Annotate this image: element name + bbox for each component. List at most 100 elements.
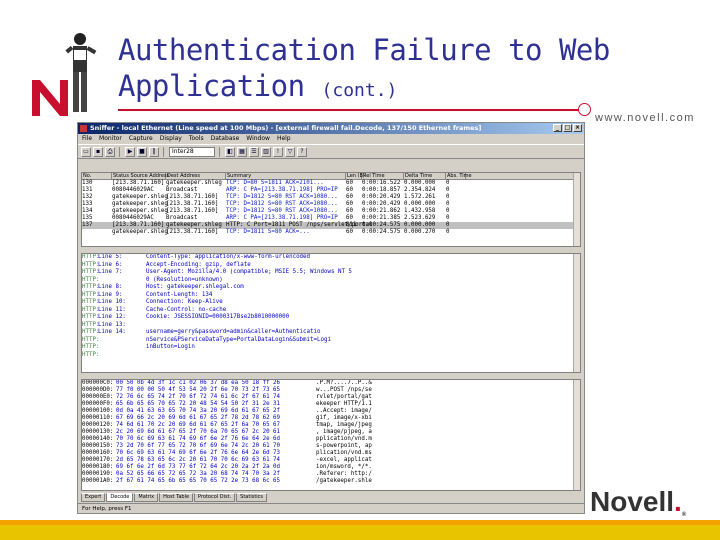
menu-help[interactable]: Help xyxy=(277,134,291,144)
table-row[interactable]: 132 gatekeeper.shleg [213.38.71.160] TCP: D… xyxy=(82,194,580,201)
hex-line[interactable]: 00000170: 2d 65 78 63 65 6c 2c 20 61 70 7… xyxy=(82,457,580,464)
col-len[interactable]: Len (B) xyxy=(346,173,365,179)
hex-pane: 000000C0: 00 50 0b 4d 3f 1c c1 02 06 37 d… xyxy=(81,379,581,491)
table-row[interactable]: 134 gatekeeper.shleg [213.38.71.160] TCP: D… xyxy=(82,208,580,215)
window-titlebar: Sniffer - local Ethernet (Line speed at … xyxy=(78,123,584,134)
filter-select[interactable]: Inter28 xyxy=(169,146,215,157)
toolbar-separator xyxy=(119,146,121,157)
print-icon[interactable]: ⎙ xyxy=(105,146,115,157)
decode-line[interactable]: HTTP: Line 6: Accept-Encoding: gzip, defla… xyxy=(82,262,580,270)
minimize-icon[interactable]: _ xyxy=(553,124,562,132)
help-icon[interactable]: ? xyxy=(297,146,307,157)
menu-tools[interactable]: Tools xyxy=(189,134,204,144)
slide-title: Authentication Failure to Web Applicatio… xyxy=(118,32,610,109)
table-row[interactable]: 133 gatekeeper.shleg [213.38.71.160] TCP: D… xyxy=(82,201,580,208)
decode-line[interactable]: HTTP: Line 9: Content-Length: 134 xyxy=(82,292,580,300)
hex-line[interactable]: 00000140: 70 70 6c 69 63 61 74 69 6f 6e 2… xyxy=(82,436,580,443)
statistics-icon[interactable]: ▥ xyxy=(261,146,271,157)
tab-expert[interactable]: Expert xyxy=(81,493,106,502)
sniffer-window: Sniffer - local Ethernet (Line speed at … xyxy=(77,122,585,514)
decode-line[interactable]: HTTP: nService&PServiceDataType=PortalDat… xyxy=(82,337,580,345)
hex-line[interactable]: 00000160: 70 6c 69 63 61 74 69 6f 6e 2f 7… xyxy=(82,450,580,457)
decode-line[interactable]: HTTP: Line 12: Cookie: JSESSIONID=0000317B… xyxy=(82,314,580,322)
decode-line[interactable]: HTTP: Line 13: xyxy=(82,322,580,330)
tab-matrix[interactable]: Matrix xyxy=(134,493,159,502)
decode-line[interactable]: HTTP: 0 (Resolution=unknown) xyxy=(82,277,580,285)
menu-file[interactable]: File xyxy=(82,134,92,144)
decode-line[interactable]: HTTP: inButton=Login xyxy=(82,344,580,352)
menu-window[interactable]: Window xyxy=(246,134,270,144)
hex-line[interactable]: 000000E0: 72 76 6c 65 74 2f 70 6f 72 74 6… xyxy=(82,394,580,401)
menu-monitor[interactable]: Monitor xyxy=(99,134,122,144)
table-row[interactable]: gatekeeper.shleg [213.38.71.160] TCP: D=18… xyxy=(82,229,580,236)
toolbar-separator xyxy=(219,146,221,157)
menu-capture[interactable]: Capture xyxy=(129,134,153,144)
summary-header: No. Status Source Address Dest Address S… xyxy=(82,173,580,180)
menu-display[interactable]: Display xyxy=(160,134,182,144)
decode-line[interactable]: HTTP: Line 14: username=gerry&password=adm… xyxy=(82,329,580,337)
decode-line[interactable]: HTTP: Line 8: Host: gatekeeper.shlegal.com xyxy=(82,284,580,292)
window-title: Sniffer - local Ethernet (Line speed at … xyxy=(90,124,482,132)
title-rule xyxy=(118,109,580,111)
hex-line[interactable]: 00000100: 0d 0a 41 63 63 65 70 74 3a 20 6… xyxy=(82,408,580,415)
menu-database[interactable]: Database xyxy=(211,134,240,144)
capture-pause-icon[interactable]: ‖ xyxy=(149,146,159,157)
decode-scrollbar[interactable] xyxy=(573,254,580,372)
tab-host-table[interactable]: Host Table xyxy=(159,493,194,502)
title-cont: (cont.) xyxy=(321,80,398,101)
matrix-icon[interactable]: ▦ xyxy=(237,146,247,157)
hex-line[interactable]: 000000F0: 65 6b 65 65 70 65 72 20 48 54 5… xyxy=(82,401,580,408)
title-line-1: Authentication Failure to Web xyxy=(118,33,610,67)
tab-decode[interactable]: Decode xyxy=(106,493,134,502)
url-text: www.novell.com xyxy=(595,112,695,124)
hex-line[interactable]: 00000110: 67 69 66 2c 20 69 6d 61 67 65 2… xyxy=(82,415,580,422)
summary-pane: No. Status Source Address Dest Address S… xyxy=(81,172,581,247)
col-rel-time[interactable]: Rel Time xyxy=(362,173,404,179)
novell-n-logo xyxy=(32,80,68,116)
toolbar: ▭ ▪ ⎙ ▶ ■ ‖ Inter28 ◧ ▦ ☰ ▥ ! ▽ ? xyxy=(78,144,584,159)
decode-line[interactable]: HTTP: Line 11: Cache-Control: no-cache xyxy=(82,307,580,315)
decode-line[interactable]: HTTP: Line 7: User-Agent: Mozilla/4.0 (com… xyxy=(82,269,580,277)
col-no[interactable]: No. xyxy=(82,173,112,179)
app-icon xyxy=(80,125,87,132)
table-row-selected[interactable]: 137 [213.38.71.160] gatekeeper.shleg HTTP: … xyxy=(82,222,580,229)
capture-stop-icon[interactable]: ■ xyxy=(137,146,147,157)
open-icon[interactable]: ▭ xyxy=(81,146,91,157)
table-row[interactable]: 130 [213.38.71.160] gatekeeper.shleg TCP: D… xyxy=(82,180,580,187)
save-icon[interactable]: ▪ xyxy=(93,146,103,157)
col-abs-time[interactable]: Abs. Time xyxy=(446,173,472,179)
host-table-icon[interactable]: ☰ xyxy=(249,146,259,157)
hex-line[interactable]: 00000180: 69 6f 6e 2f 6d 73 77 6f 72 64 2… xyxy=(82,464,580,471)
hex-line[interactable]: 000001A0: 2f 67 61 74 65 6b 65 65 70 65 7… xyxy=(82,478,580,485)
hex-line[interactable]: 00000190: 0a 52 65 66 65 72 65 72 3a 20 6… xyxy=(82,471,580,478)
title-rule-dot xyxy=(578,103,591,116)
alarm-icon[interactable]: ! xyxy=(273,146,283,157)
col-source[interactable]: Status Source Address xyxy=(112,173,169,179)
tab-statistics[interactable]: Statistics xyxy=(236,493,268,502)
view-tabs: Expert Decode Matrix Host Table Protocol… xyxy=(81,493,268,502)
title-line-2: Application xyxy=(118,69,305,103)
decode-line[interactable]: HTTP: Line 5: Content-Type: application/x-… xyxy=(82,254,580,262)
decode-pane: HTTP: Line 5: Content-Type: application/x-… xyxy=(81,253,581,373)
table-row[interactable]: 135 0080446029AC Broadcast ARP: C PA=[213.3… xyxy=(82,215,580,222)
decode-line[interactable]: HTTP: Line 10: Connection: Keep-Alive xyxy=(82,299,580,307)
col-dest[interactable]: Dest Address xyxy=(166,173,226,179)
hex-line[interactable]: 00000120: 74 6d 61 70 2c 20 69 6d 61 67 6… xyxy=(82,422,580,429)
hex-line[interactable]: 00000130: 2c 20 69 6d 61 67 65 2f 70 6a 7… xyxy=(82,429,580,436)
col-delta-time[interactable]: Delta Time xyxy=(404,173,446,179)
decode-line[interactable]: HTTP: xyxy=(82,352,580,360)
hex-line[interactable]: 00000150: 73 2d 70 6f 77 65 72 70 6f 69 6… xyxy=(82,443,580,450)
decode-icon[interactable]: ◧ xyxy=(225,146,235,157)
hex-line[interactable]: 000000D0: 77 f0 00 00 50 4f 53 54 20 2f 6… xyxy=(82,387,580,394)
capture-start-icon[interactable]: ▶ xyxy=(125,146,135,157)
filter-icon[interactable]: ▽ xyxy=(285,146,295,157)
summary-scrollbar[interactable] xyxy=(573,173,580,246)
table-row[interactable]: 131 0080446029AC Broadcast ARP: C PA=[213.3… xyxy=(82,187,580,194)
toolbar-separator xyxy=(163,146,165,157)
hex-scrollbar[interactable] xyxy=(573,380,580,490)
maximize-icon[interactable]: □ xyxy=(563,124,572,132)
tab-protocol-dist[interactable]: Protocol Dist. xyxy=(194,493,236,502)
hex-line[interactable]: 000000C0: 00 50 0b 4d 3f 1c c1 02 06 37 d… xyxy=(82,380,580,387)
close-icon[interactable]: × xyxy=(573,124,582,132)
col-summary[interactable]: Summary xyxy=(226,173,346,179)
